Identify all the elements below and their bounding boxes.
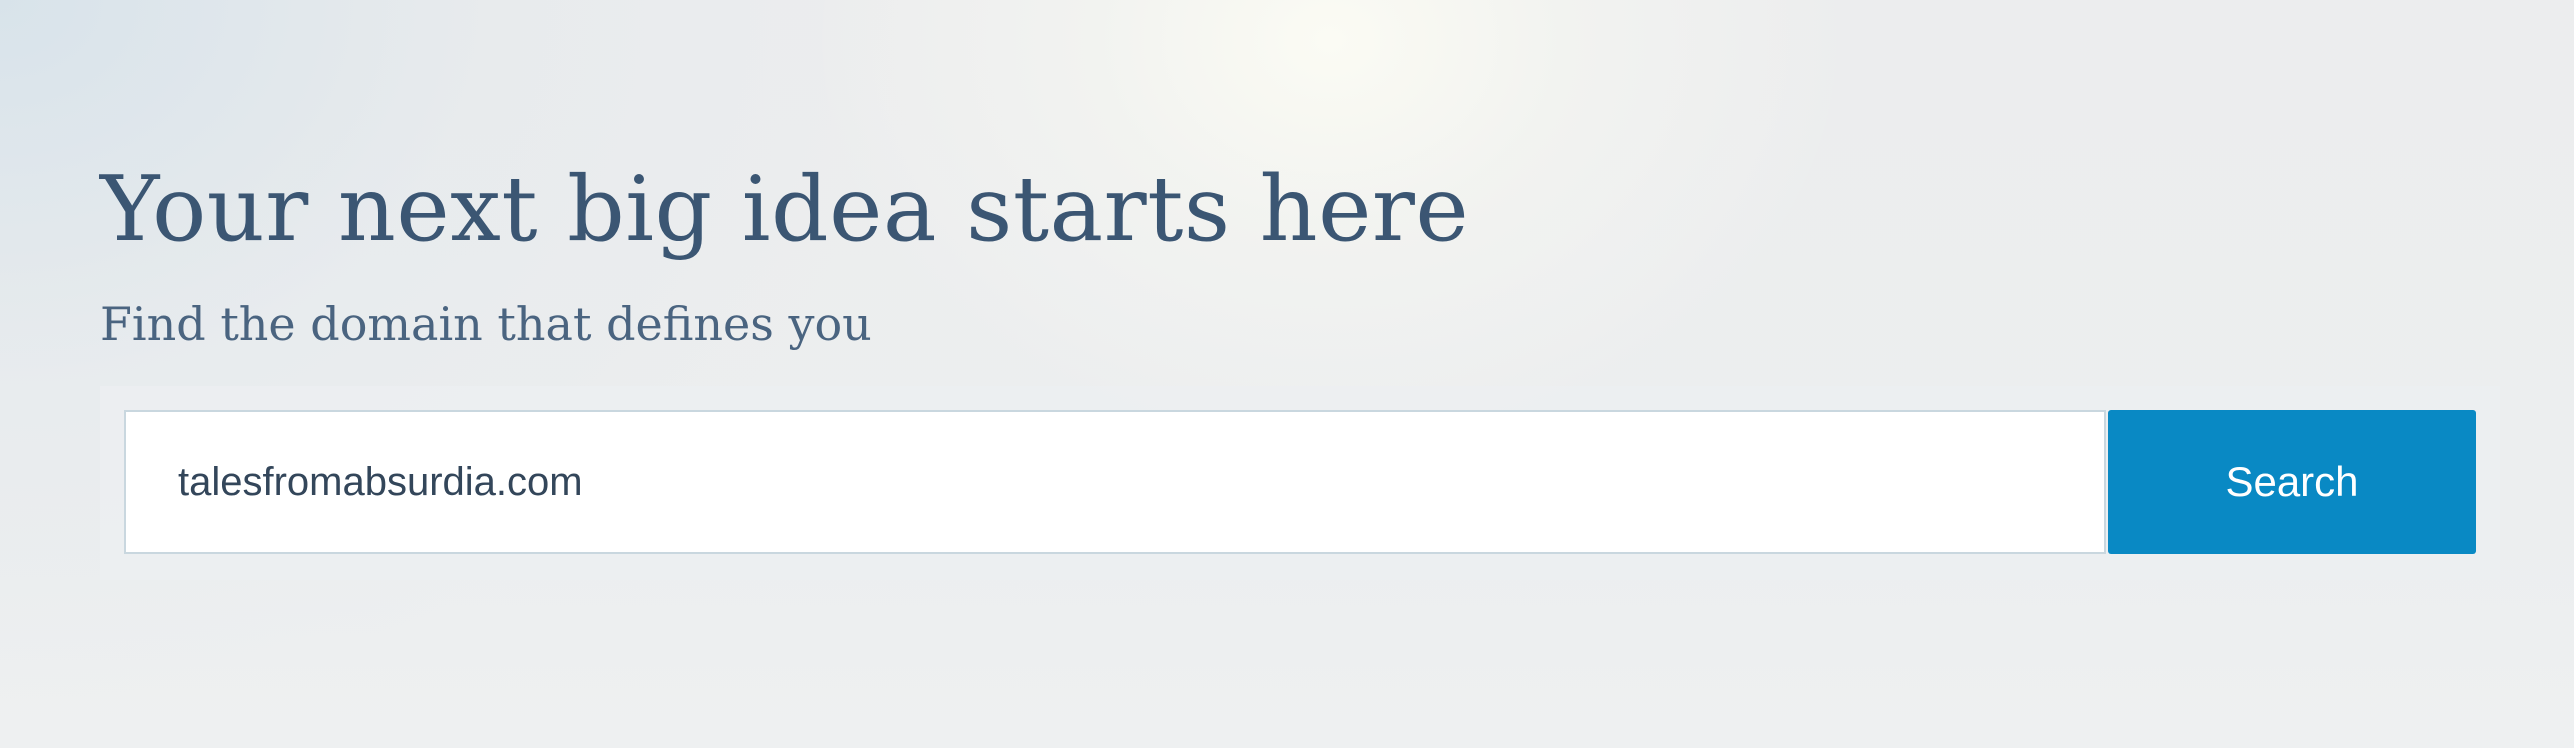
- domain-search-panel: Search: [100, 386, 2500, 580]
- domain-search-input[interactable]: [124, 410, 2106, 554]
- hero-section: Your next big idea starts here Find the …: [100, 0, 2500, 748]
- hero-headline: Your next big idea starts here: [100, 157, 1470, 262]
- search-button[interactable]: Search: [2108, 410, 2476, 554]
- hero-subheadline: Find the domain that defines you: [100, 297, 872, 351]
